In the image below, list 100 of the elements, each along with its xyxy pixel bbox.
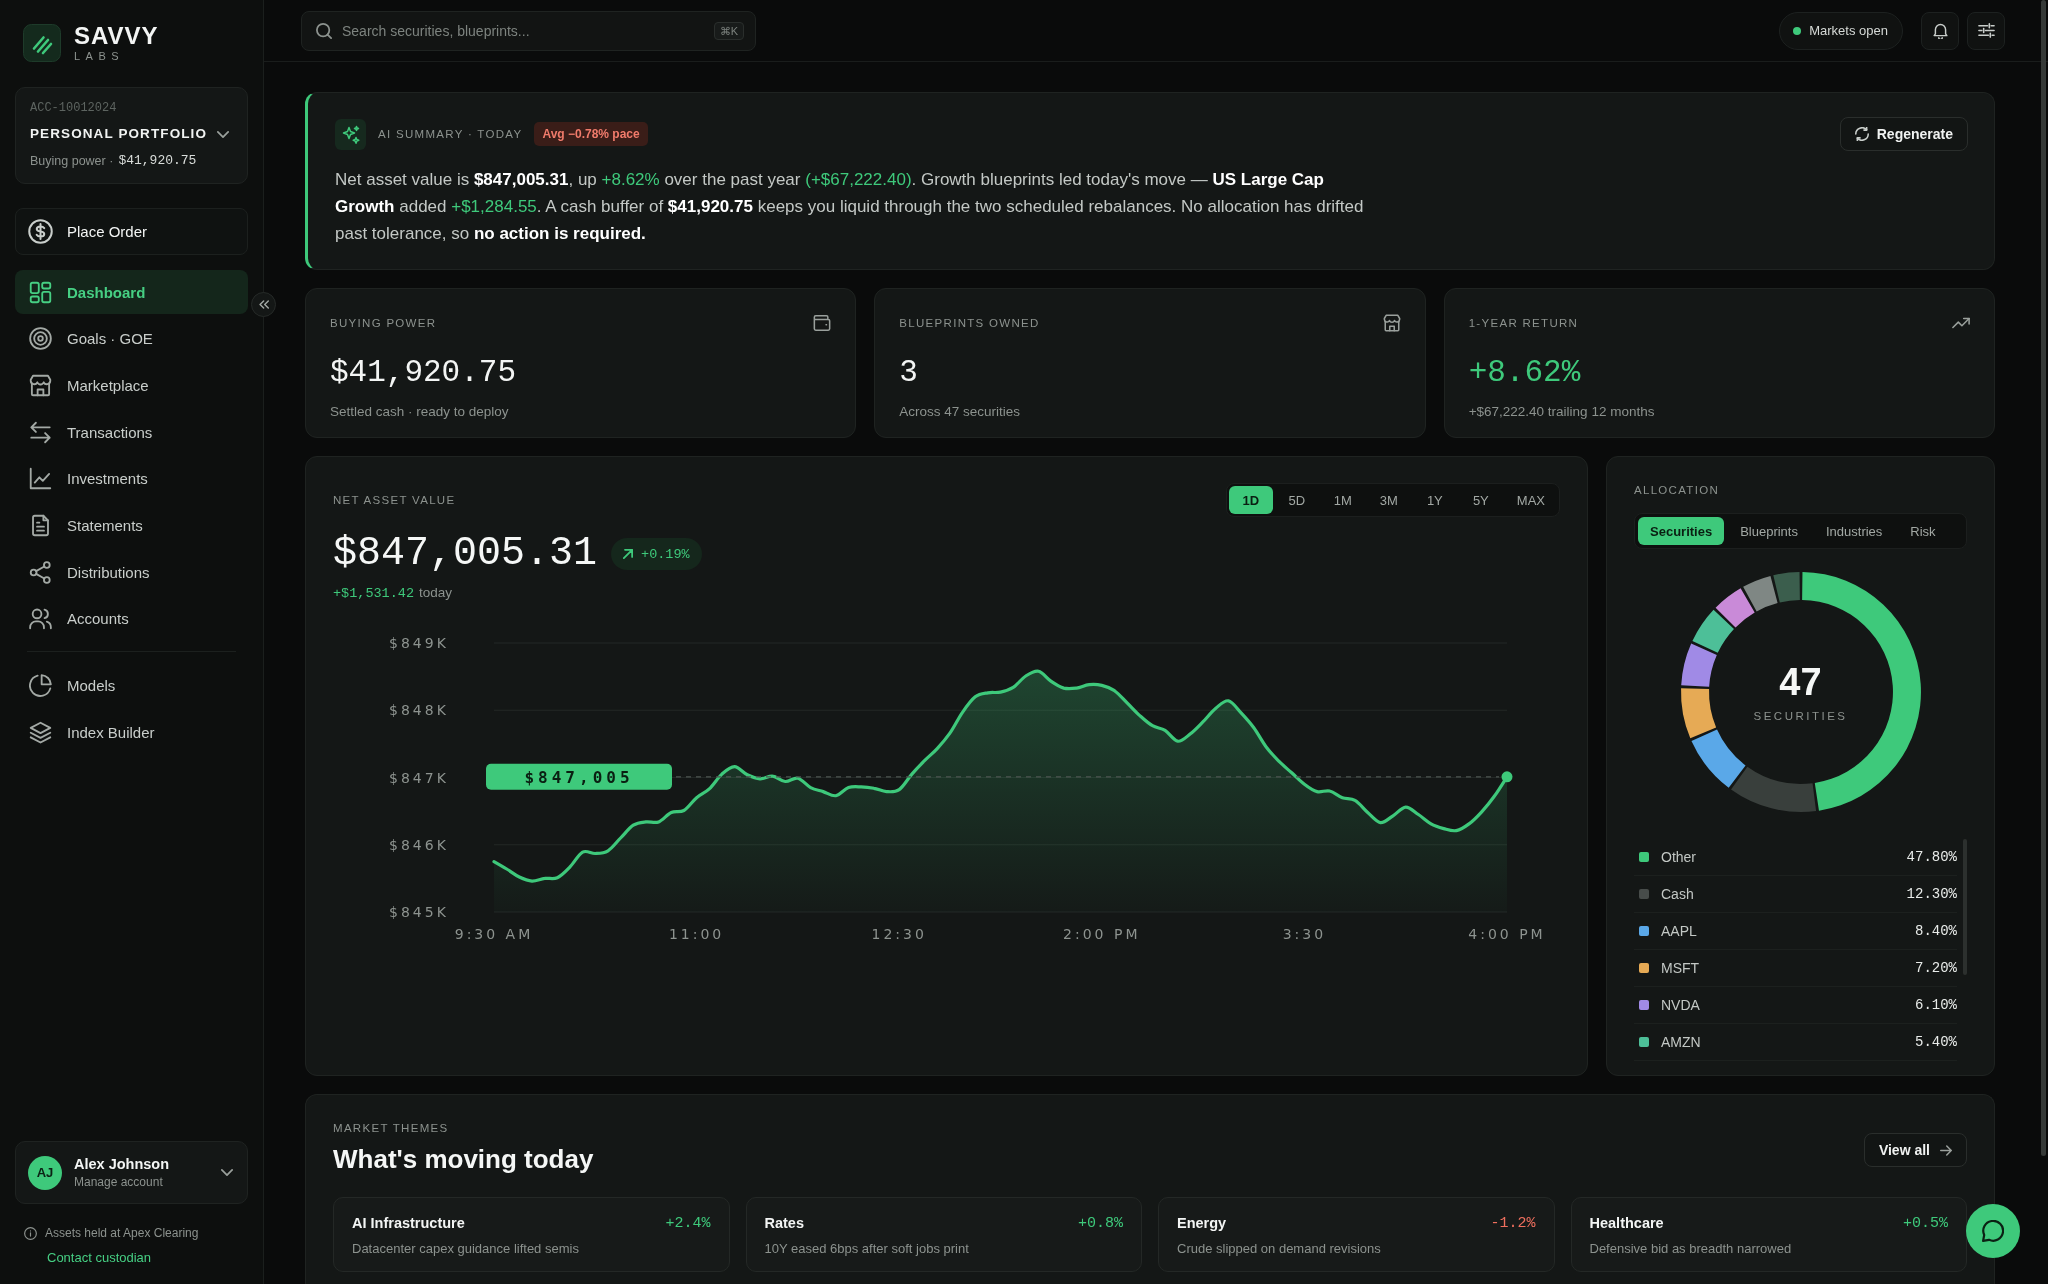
themes-label: MARKET THEMES [333, 1121, 449, 1135]
legend-label: Other [1661, 849, 1696, 865]
theme-card[interactable]: Energy -1.2% Crude slipped on demand revisions [1158, 1197, 1555, 1272]
end-point [1501, 771, 1513, 783]
grid-icon [29, 280, 52, 304]
allocation-tab[interactable]: Risk [1898, 517, 1948, 545]
regenerate-button[interactable]: Regenerate [1839, 117, 1968, 151]
legend-label: AAPL [1661, 923, 1697, 939]
theme-card[interactable]: Healthcare +0.5% Defensive bid as breadth narrowed [1570, 1197, 1967, 1272]
chat-bubble-icon [1982, 1220, 2004, 1242]
collapse-sidebar-button[interactable] [251, 292, 276, 317]
y-axis-label: $849K [389, 635, 449, 651]
legend-value: 6.10% [1915, 997, 1957, 1013]
change-period: today [419, 585, 453, 601]
nav-item[interactable]: Accounts [15, 596, 248, 641]
wallet-icon [813, 314, 832, 332]
legend-label: NVDA [1661, 997, 1700, 1013]
user-name: Alex Johnson [74, 1156, 170, 1172]
buying-power-label: Buying power · [30, 153, 114, 170]
change-percent: +0.19% [641, 546, 690, 562]
arrow-up-right-icon [623, 549, 634, 559]
nav-item[interactable]: Goals · GOE [15, 316, 248, 361]
theme-description: Defensive bid as breadth narrowed [1589, 1241, 1793, 1257]
range-tab[interactable]: 5Y [1458, 486, 1503, 514]
pie-chart-icon [29, 674, 52, 698]
settings-button[interactable] [1967, 11, 2005, 50]
range-tab[interactable]: 1D [1228, 486, 1273, 514]
allocation-tab[interactable]: Blueprints [1728, 517, 1810, 545]
chevron-down-icon [221, 1169, 233, 1176]
target-icon [29, 327, 52, 351]
storefront-icon [1382, 314, 1401, 332]
legend-value: 12.30% [1906, 886, 1957, 902]
allocation-tab[interactable]: Securities [1638, 517, 1725, 545]
theme-name: Healthcare [1589, 1215, 1664, 1231]
legend-value: 7.20% [1915, 960, 1957, 976]
view-all-button[interactable]: View all [1863, 1133, 1967, 1167]
theme-name: Rates [764, 1215, 804, 1231]
stat-label: BUYING POWER [330, 316, 437, 330]
stat-label: 1-YEAR RETURN [1468, 316, 1579, 330]
sliders-icon [1977, 22, 1995, 39]
theme-change: +0.5% [1903, 1214, 1948, 1232]
range-tab[interactable]: 1M [1320, 486, 1365, 514]
change-amount: +$1,531.42 [333, 586, 414, 602]
legend-label: Cash [1661, 886, 1694, 902]
nav-item[interactable]: Models [15, 663, 248, 708]
place-order-button[interactable]: Place Order [15, 208, 248, 255]
stat-note: Across 47 securities [899, 404, 1022, 420]
y-axis-label: $848K [389, 702, 449, 719]
stat-value: $41,920.75 [330, 354, 518, 392]
theme-change: -1.2% [1490, 1214, 1536, 1232]
theme-card[interactable]: AI Infrastructure +2.4% Datacenter capex guidance lifted semis [333, 1197, 730, 1272]
nav-item[interactable]: Marketplace [15, 363, 248, 408]
stat-note: +$67,222.40 trailing 12 months [1468, 404, 1656, 420]
stat-note: Settled cash · ready to deploy [330, 404, 510, 420]
brand-name: SAVVY [74, 23, 159, 49]
nav-item[interactable]: Dashboard [15, 270, 248, 314]
chevron-down-icon [217, 130, 229, 138]
range-tab[interactable]: 3M [1366, 486, 1411, 514]
custody-note: Assets held at Apex Clearing [45, 1225, 199, 1241]
chart-label: NET ASSET VALUE [333, 493, 456, 507]
theme-change: +2.4% [665, 1214, 711, 1232]
allocation-tab[interactable]: Industries [1813, 517, 1895, 545]
x-axis-label: 2:00 PM [1063, 926, 1141, 942]
page-scrollbar[interactable] [2041, 0, 2046, 1156]
account-menu[interactable]: AJ Alex Johnson Manage account [15, 1141, 248, 1204]
x-axis-label: 3:30 [1282, 926, 1327, 942]
legend-label: AMZN [1661, 1034, 1701, 1050]
brand-tagline: LABS [74, 50, 125, 62]
theme-description: 10Y eased 6bps after soft jobs print [764, 1241, 970, 1257]
portfolio-name: PERSONAL PORTFOLIO [30, 125, 208, 143]
summary-text: Net asset value is $847,005.31, up +8.62% over the past year (+$67,222.40). Growth blueprints led today's move — US Large Cap Growth added +$1,284.55. A cash buffer of $41,920.75 keeps you liquid through the two scheduled rebalances. No allocation has drifted past tolerance, so no action is required. [335, 169, 1365, 245]
range-tab[interactable]: 1Y [1412, 486, 1457, 514]
x-axis-label: 12:30 [871, 926, 927, 942]
summary-label: AI SUMMARY · TODAY [378, 127, 523, 141]
notifications-button[interactable] [1921, 11, 1959, 50]
y-axis-label: $846K [389, 836, 449, 853]
info-icon [24, 1226, 37, 1240]
legend-value: 8.40% [1915, 923, 1957, 939]
range-tab[interactable]: MAX [1504, 486, 1557, 514]
account-number: ACC-10012024 [30, 100, 117, 116]
allocation-label: ALLOCATION [1634, 483, 1719, 497]
chat-button[interactable] [1966, 1204, 2020, 1258]
legend-value: 5.40% [1915, 1034, 1957, 1050]
avatar-initials: AJ [28, 1155, 62, 1190]
y-axis-label: $845K [389, 904, 449, 920]
contact-custodian-link[interactable]: Contact custodian [47, 1250, 152, 1266]
x-axis-label: 4:00 PM [1468, 926, 1546, 942]
nav-item[interactable]: Statements [15, 503, 248, 548]
arrow-right-icon [1940, 1144, 1952, 1156]
nav-item[interactable]: Index Builder [15, 710, 248, 755]
bell-icon [1931, 22, 1949, 39]
dollar-icon [28, 219, 53, 244]
nav-item[interactable]: Investments [15, 456, 248, 501]
theme-name: Energy [1177, 1215, 1227, 1231]
nav-item[interactable]: Transactions [15, 410, 248, 455]
x-axis-label: 9:30 AM [454, 926, 534, 942]
theme-card[interactable]: Rates +0.8% 10Y eased 6bps after soft jobs print [745, 1197, 1142, 1272]
nav-item[interactable]: Distributions [15, 550, 248, 595]
portfolio-selector[interactable]: ACC-10012024 PERSONAL PORTFOLIO Buying power · $41,920.75 [15, 87, 248, 184]
range-tab[interactable]: 5D [1274, 486, 1319, 514]
